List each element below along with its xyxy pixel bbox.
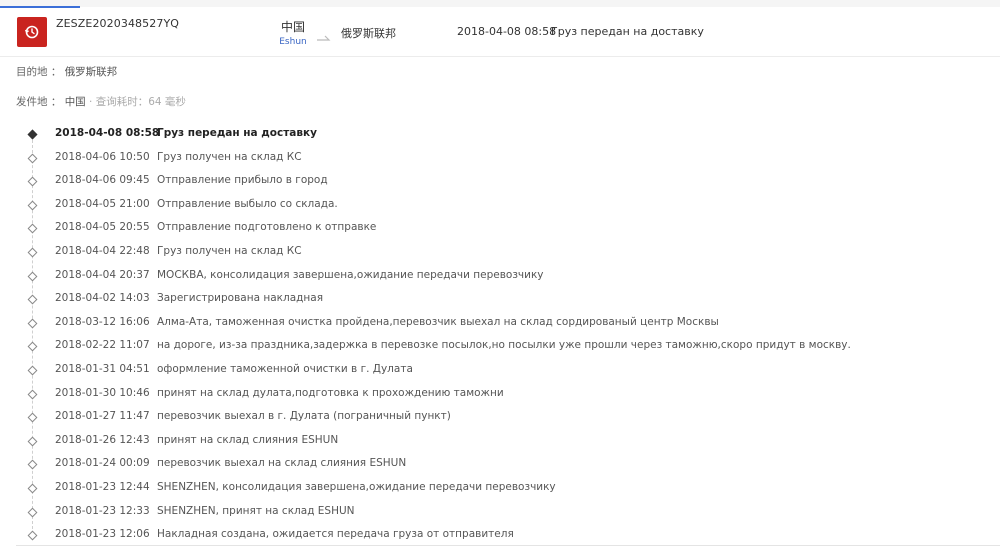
- diamond-marker-icon: [27, 271, 38, 282]
- history-icon: [17, 17, 47, 47]
- event-time: 2018-01-30 10:46: [55, 386, 150, 399]
- timeline-item: 2018-01-24 00:09 перевозчик выехал на скл…: [0, 456, 1000, 480]
- destination-label: 目的地: [16, 66, 48, 78]
- diamond-marker-icon: [27, 223, 38, 234]
- diamond-marker-icon: [27, 459, 38, 470]
- event-time: 2018-04-05 21:00: [55, 197, 150, 210]
- destination-info: 目的地 ： 俄罗斯联邦: [16, 64, 117, 79]
- event-description: Отправление выбыло со склада.: [157, 197, 338, 210]
- timeline-item: 2018-04-02 14:03 Зарегистрирована накладн…: [0, 291, 1000, 315]
- diamond-marker-icon: [27, 153, 38, 164]
- event-time: 2018-01-31 04:51: [55, 362, 150, 375]
- timeline-item: 2018-04-06 10:50 Груз получен на склад КС: [0, 150, 1000, 174]
- diamond-marker-icon: [27, 483, 38, 494]
- timeline-item: 2018-01-27 11:47 перевозчик выехал в г. Д…: [0, 409, 1000, 433]
- event-time: 2018-04-08 08:58: [55, 127, 160, 139]
- event-description: принят на склад слияния ESHUN: [157, 433, 339, 446]
- diamond-marker-icon: [27, 176, 38, 187]
- destination-country: 俄罗斯联邦: [341, 27, 396, 40]
- timeline-item: 2018-01-30 10:46 принят на склад дулата,п…: [0, 386, 1000, 410]
- event-description: Алма-Ата, таможенная очистка пройдена,пе…: [157, 315, 719, 328]
- last-event-status: Груз передан на доставку: [551, 25, 704, 38]
- top-strip: [0, 0, 1000, 7]
- tracking-card: ZESZE2020348527YQ 中国 Eshun 俄罗斯联邦 2018-04…: [0, 8, 1000, 548]
- event-time: 2018-02-22 11:07: [55, 339, 150, 352]
- route-arrow-icon: [316, 28, 332, 41]
- carrier-name: Eshun: [279, 37, 307, 47]
- destination-separator: ：: [50, 66, 62, 78]
- event-time: 2018-01-27 11:47: [55, 410, 150, 423]
- event-description: принят на склад дулата,подготовка к прох…: [157, 386, 504, 399]
- event-description: перевозчик выехал на склад слияния ESHUN: [157, 457, 407, 470]
- timeline-item: 2018-04-08 08:58 Груз передан на доставку: [0, 126, 1000, 150]
- event-time: 2018-04-02 14:03: [55, 292, 150, 305]
- timeline-item: 2018-01-31 04:51 оформление таможенной оч…: [0, 362, 1000, 386]
- timeline-item: 2018-03-12 16:06 Алма-Ата, таможенная очи…: [0, 315, 1000, 339]
- query-time: · 查询耗时：64 毫秒: [89, 96, 186, 108]
- event-time: 2018-03-12 16:06: [55, 315, 150, 328]
- timeline-item: 2018-01-26 12:43 принят на склад слияния …: [0, 433, 1000, 457]
- tracking-header[interactable]: ZESZE2020348527YQ 中国 Eshun 俄罗斯联邦 2018-04…: [0, 8, 1000, 57]
- bottom-divider: [16, 545, 1000, 546]
- event-description: перевозчик выехал в г. Дулата (пограничн…: [157, 410, 451, 423]
- event-time: 2018-01-24 00:09: [55, 457, 150, 470]
- diamond-marker-icon: [27, 318, 38, 329]
- diamond-marker-icon: [27, 507, 38, 517]
- timeline-item: 2018-01-23 12:33 SHENZHEN, принят на скла…: [0, 504, 1000, 528]
- event-description: МОСКВА, консолидация завершена,ожидание …: [157, 268, 544, 281]
- timeline-item: 2018-01-23 12:06 Накладная создана, ожида…: [0, 527, 1000, 551]
- event-description: Груз передан на доставку: [157, 127, 317, 139]
- event-time: 2018-01-26 12:43: [55, 433, 150, 446]
- diamond-marker-icon: [27, 129, 38, 140]
- event-time: 2018-04-04 20:37: [55, 268, 150, 281]
- origin-info: 发件地 ： 中国 · 查询耗时：64 毫秒: [16, 94, 186, 109]
- timeline-item: 2018-04-04 20:37 МОСКВА, консолидация зав…: [0, 268, 1000, 292]
- diamond-marker-icon: [27, 412, 38, 423]
- origin-country: 中国: [280, 20, 305, 34]
- diamond-marker-icon: [27, 436, 38, 447]
- origin-value: 中国: [64, 96, 86, 108]
- event-description: SHENZHEN, принят на склад ESHUN: [157, 504, 355, 517]
- timeline-item: 2018-04-05 21:00 Отправление выбыло со ск…: [0, 197, 1000, 221]
- timeline-item: 2018-01-23 12:44 SHENZHEN, консолидация з…: [0, 480, 1000, 504]
- event-description: Груз получен на склад КС: [157, 150, 302, 163]
- event-time: 2018-01-23 12:44: [55, 480, 150, 493]
- diamond-marker-icon: [27, 530, 38, 541]
- origin-block: 中国 Eshun: [276, 18, 310, 47]
- diamond-marker-icon: [27, 389, 38, 399]
- event-description: SHENZHEN, консолидация завершена,ожидани…: [157, 480, 556, 493]
- event-description: Груз получен на склад КС: [157, 244, 302, 257]
- diamond-marker-icon: [27, 294, 38, 305]
- tracking-timeline: 2018-04-08 08:58 Груз передан на доставку…: [0, 126, 1000, 551]
- timeline-item: 2018-04-05 20:55 Отправление подготовлено…: [0, 220, 1000, 244]
- event-description: Отправление прибыло в город: [157, 174, 328, 187]
- destination-value: 俄罗斯联邦: [64, 66, 118, 78]
- origin-separator: ：: [50, 96, 62, 108]
- timeline-item: 2018-02-22 11:07 на дороге, из-за праздни…: [0, 338, 1000, 362]
- diamond-marker-icon: [27, 247, 38, 258]
- event-time: 2018-01-23 12:33: [55, 504, 150, 517]
- event-time: 2018-04-05 20:55: [55, 221, 150, 234]
- event-time: 2018-01-23 12:06: [55, 528, 150, 541]
- diamond-marker-icon: [27, 365, 38, 376]
- timeline-item: 2018-04-04 22:48 Груз получен на склад КС: [0, 244, 1000, 268]
- origin-label: 发件地: [16, 96, 48, 108]
- event-time: 2018-04-06 09:45: [55, 174, 150, 187]
- event-time: 2018-04-04 22:48: [55, 244, 150, 257]
- event-description: Отправление подготовлено к отправке: [157, 221, 377, 234]
- timeline-item: 2018-04-06 09:45 Отправление прибыло в го…: [0, 173, 1000, 197]
- diamond-marker-icon: [27, 341, 38, 352]
- event-description: Зарегистрирована накладная: [157, 292, 324, 305]
- diamond-marker-icon: [27, 200, 38, 211]
- event-time: 2018-04-06 10:50: [55, 150, 150, 163]
- event-description: Накладная создана, ожидается передача гр…: [157, 528, 514, 541]
- event-description: на дороге, из-за праздника,задержка в пе…: [157, 339, 851, 352]
- last-event-time: 2018-04-08 08:58: [457, 25, 557, 38]
- event-description: оформление таможенной очистки в г. Дулат…: [157, 362, 413, 375]
- tracking-number[interactable]: ZESZE2020348527YQ: [56, 17, 179, 30]
